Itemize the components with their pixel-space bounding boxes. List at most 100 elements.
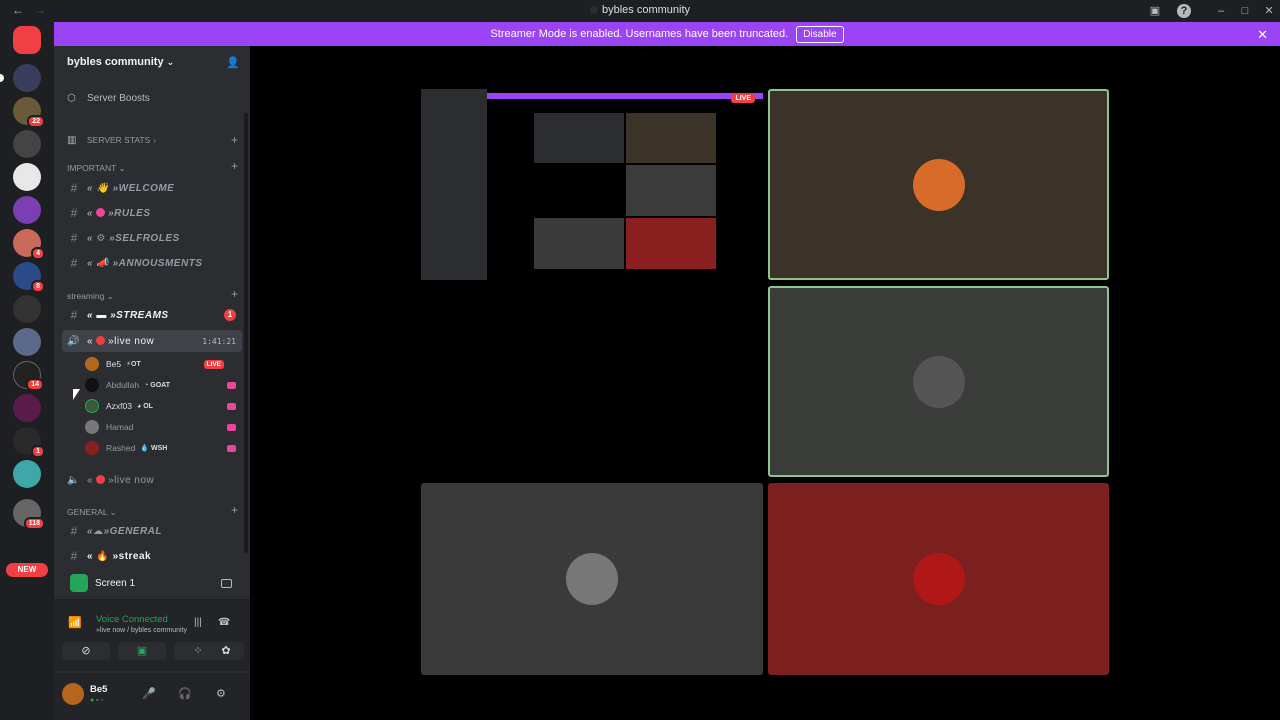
help-icon[interactable]: ?: [1177, 4, 1191, 18]
screen-share-button[interactable]: ▣: [118, 642, 166, 660]
camera-button[interactable]: ⊘: [62, 642, 110, 660]
disconnect-icon[interactable]: ☎: [218, 617, 230, 628]
server-icon[interactable]: [13, 163, 41, 191]
text-channel-icon: #: [70, 549, 78, 563]
channel-label: «☁»GENERAL: [87, 525, 163, 537]
server-icon[interactable]: 1: [13, 427, 45, 458]
category-streaming[interactable]: streaming ⌄: [67, 291, 114, 302]
avatar: [85, 420, 99, 434]
voice-channel-live-now[interactable]: 🔊 «»live now 1:41:21: [62, 330, 242, 352]
channel-streams[interactable]: # « ▬ »STREAMS 1: [62, 304, 242, 326]
soundboard-button[interactable]: ✿: [208, 642, 244, 660]
category-label: SERVER STATS: [87, 135, 151, 145]
server-icon[interactable]: [13, 196, 41, 224]
server-icon[interactable]: [13, 130, 41, 158]
channel-name: »ANNOUSMENTS: [112, 257, 203, 269]
server-icon[interactable]: 4: [13, 229, 45, 260]
category-important[interactable]: IMPORTANT ⌄: [67, 163, 126, 174]
headphones-icon[interactable]: 🎧: [178, 687, 192, 700]
settings-gear-icon[interactable]: ⚙: [216, 687, 226, 700]
server-icon[interactable]: 22: [13, 97, 45, 128]
server-icon[interactable]: 14: [13, 361, 44, 391]
minimize-icon[interactable]: –: [1214, 4, 1228, 18]
server-icon[interactable]: [13, 460, 41, 488]
stream-preview-cell: [626, 218, 716, 269]
discord-home-icon[interactable]: [13, 26, 41, 54]
voice-user-name: Be5: [106, 359, 122, 369]
participant-tile[interactable]: [768, 89, 1109, 280]
add-channel-icon[interactable]: +: [231, 503, 238, 517]
voice-user[interactable]: Azxf03 ◕ OL: [85, 396, 240, 416]
server-icon[interactable]: [13, 64, 41, 92]
voice-timer: 1:41:21: [202, 336, 236, 346]
screen-share-status[interactable]: Screen 1: [62, 571, 242, 595]
server-name-header[interactable]: bybles community ⌄: [67, 56, 174, 68]
add-channel-icon[interactable]: +: [231, 133, 238, 147]
mention-badge: 8: [31, 280, 45, 293]
maximize-icon[interactable]: □: [1238, 4, 1252, 18]
server-icon[interactable]: 118: [13, 499, 45, 530]
participant-avatar: [912, 355, 965, 408]
server-icon[interactable]: [13, 394, 41, 422]
category-server-stats[interactable]: ▥ SERVER STATS ›: [62, 129, 242, 151]
category-label: streaming: [67, 291, 105, 301]
voice-speaker-icon: 🔊: [67, 335, 80, 347]
channel-selfroles[interactable]: # « ⚙ »SELFROLES: [62, 227, 242, 249]
participant-avatar: [566, 553, 618, 605]
participant-tile[interactable]: [768, 483, 1109, 675]
mention-badge: 1: [31, 445, 45, 458]
user-tag-text: OT: [131, 361, 141, 368]
channel-label: «»live now: [87, 335, 155, 347]
category-label: IMPORTANT: [67, 163, 117, 173]
stream-indicator-icon: [227, 381, 236, 389]
channel-welcome[interactable]: # « 👋 »WELCOME: [62, 177, 242, 199]
channel-rules[interactable]: # «»RULES: [62, 202, 242, 224]
server-boosts-item[interactable]: ⬡ Server Boosts: [62, 87, 242, 109]
voice-user[interactable]: Rashed 💧 WSH: [85, 438, 240, 458]
stream-preview-cell: [534, 218, 624, 269]
channel-streak[interactable]: # « 🔥 »streak: [62, 545, 242, 567]
channel-sidebar: bybles community ⌄ 👤 ⬡ Server Boosts ▥ SE…: [54, 46, 250, 720]
stream-preview-sidebar: [421, 89, 487, 280]
voice-connected-status[interactable]: Voice Connected: [96, 614, 168, 625]
voice-user[interactable]: Hamad: [85, 417, 240, 437]
channel-general[interactable]: # «☁»GENERAL: [62, 520, 242, 542]
stream-preview-tile[interactable]: LIVE: [421, 89, 763, 280]
invite-people-icon[interactable]: 👤: [226, 56, 240, 69]
server-icon[interactable]: [13, 328, 41, 356]
live-badge: LIVE: [731, 94, 755, 103]
category-general[interactable]: GENERAL ⌄: [67, 507, 117, 518]
voice-user[interactable]: Abdullah ◔ GOAT: [85, 375, 240, 395]
voice-user[interactable]: Be5 ⚡OT LIVE: [85, 354, 240, 374]
add-channel-icon[interactable]: +: [231, 287, 238, 301]
username[interactable]: Be5: [90, 684, 107, 695]
server-icon[interactable]: 8: [13, 262, 45, 293]
mouse-cursor: [73, 389, 80, 400]
microphone-icon[interactable]: 🎤: [142, 687, 156, 700]
server-icon[interactable]: [13, 295, 41, 323]
disable-streamer-mode-button[interactable]: Disable: [796, 25, 844, 43]
channel-announcements[interactable]: # « 📣 »ANNOUSMENTS: [62, 252, 242, 274]
user-tag-text: WSH: [150, 445, 168, 452]
voice-user-name: Azxf03: [106, 401, 132, 411]
voice-user-name: Abdullah: [106, 380, 140, 390]
close-window-icon[interactable]: ✕: [1262, 4, 1276, 18]
live-badge: LIVE: [203, 359, 224, 369]
stream-preview-cell: [626, 113, 716, 163]
channel-label: «»live now: [87, 474, 155, 486]
voice-location[interactable]: »live now / bybles community: [96, 627, 187, 634]
screen-share-icon: [70, 574, 88, 592]
popout-icon[interactable]: [221, 578, 232, 588]
avatar: [85, 378, 99, 392]
participant-tile[interactable]: [421, 483, 763, 675]
participant-tile[interactable]: [768, 286, 1109, 477]
voice-channel-live-now-2[interactable]: 🔈 «»live now: [62, 469, 242, 491]
rules-emoji-icon: [96, 207, 106, 217]
participant-avatar: [912, 158, 965, 211]
close-banner-icon[interactable]: ✕: [1257, 27, 1268, 43]
noise-suppression-icon[interactable]: |||: [194, 617, 202, 628]
sidebar-scrollbar[interactable]: [244, 113, 248, 553]
avatar[interactable]: [62, 683, 84, 705]
inbox-icon[interactable]: ▣: [1148, 4, 1162, 18]
add-channel-icon[interactable]: +: [231, 159, 238, 173]
